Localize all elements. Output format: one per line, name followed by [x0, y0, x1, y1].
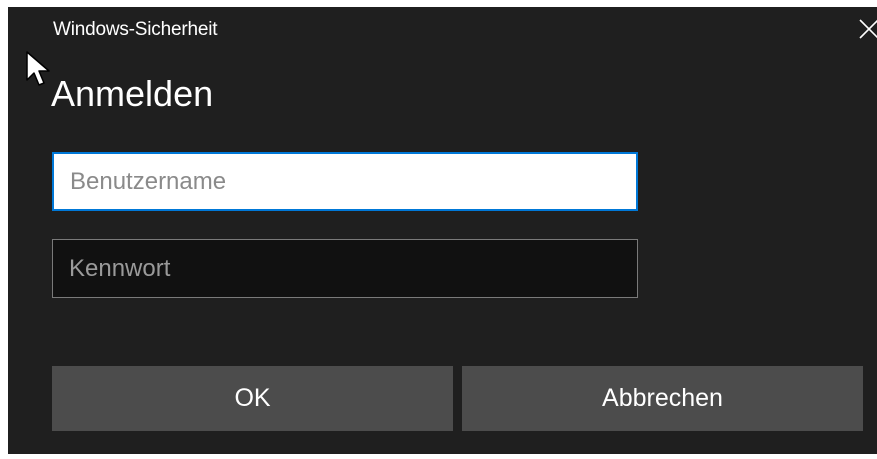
ok-button[interactable]: OK	[52, 366, 453, 431]
windows-security-dialog: Windows-Sicherheit Anmelden OK Abbrechen	[8, 7, 877, 454]
dialog-heading: Anmelden	[51, 73, 214, 114]
close-icon	[859, 19, 877, 39]
password-input[interactable]	[52, 239, 638, 298]
mouse-pointer-icon	[26, 51, 50, 86]
username-input[interactable]	[52, 152, 638, 211]
window-title: Windows-Sicherheit	[53, 19, 218, 40]
cancel-button[interactable]: Abbrechen	[462, 366, 863, 431]
close-button[interactable]	[855, 15, 877, 43]
